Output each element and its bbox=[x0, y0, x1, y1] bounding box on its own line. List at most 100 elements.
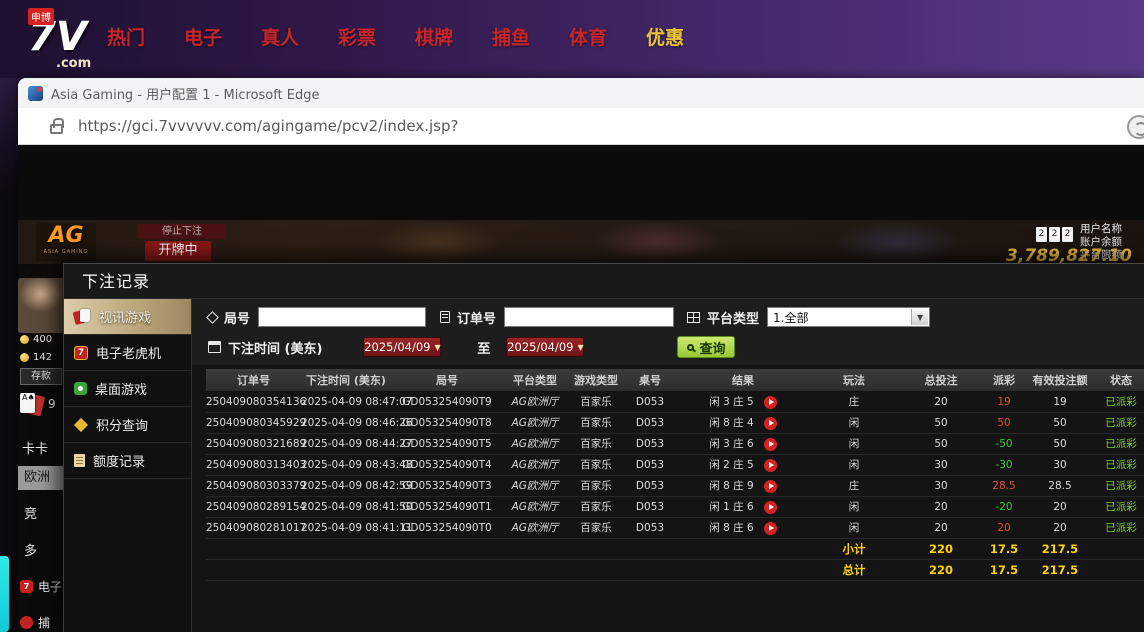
replay-icon[interactable] bbox=[764, 522, 777, 535]
cell-bet: 20 bbox=[897, 391, 985, 412]
stat-row: 142 bbox=[20, 352, 52, 363]
cell-result: 闲 3 庄 6 bbox=[675, 433, 811, 454]
page-content: AG ASIA GAMING 停止下注 开牌中 2 2 2 用户名称 账户余额 … bbox=[18, 145, 1144, 632]
dealing-status: 开牌中 bbox=[145, 241, 211, 261]
cell-status: 已派彩 bbox=[1097, 391, 1144, 412]
cell-status: 已派彩 bbox=[1097, 517, 1144, 538]
cell-valid: 30 bbox=[1023, 454, 1097, 475]
sidebar-item-jing[interactable]: 竞 bbox=[24, 503, 37, 522]
cell-result: 闲 3 庄 5 bbox=[675, 391, 811, 412]
nav-item-5[interactable]: 棋牌 bbox=[414, 23, 454, 50]
cell-game: 百家乐 bbox=[567, 433, 625, 454]
cell-time: 2025-04-09 08:44:27 bbox=[301, 433, 391, 454]
result-cards: 2 2 2 bbox=[1036, 227, 1073, 242]
cell-platform: AG欧洲厅 bbox=[503, 454, 567, 475]
sidebar-item-fishing[interactable]: 捕 bbox=[20, 614, 50, 631]
url-field[interactable]: https://gci.7vvvvvv.com/agingame/pcv2/in… bbox=[78, 117, 458, 135]
cell-payout: -50 bbox=[985, 433, 1023, 454]
deposit-button[interactable]: 存款 bbox=[20, 368, 62, 385]
cell-payout: 20 bbox=[985, 517, 1023, 538]
cell-order: 250409080289154 bbox=[206, 496, 301, 517]
replay-icon[interactable] bbox=[764, 501, 777, 514]
sidebar-item-duo[interactable]: 多 bbox=[24, 540, 37, 559]
cell-time: 2025-04-09 08:46:26 bbox=[301, 412, 391, 433]
refresh-icon[interactable] bbox=[1127, 115, 1144, 139]
slot-icon: 7 bbox=[20, 580, 33, 593]
bet-records-table: 订单号下注时间 (美东)局号平台类型游戏类型桌号结果玩法总投注派彩有效投注额状态… bbox=[206, 369, 1144, 581]
cell-game: 百家乐 bbox=[567, 475, 625, 496]
sidebar-item-kaka[interactable]: 卡卡 bbox=[22, 438, 48, 457]
tab-1[interactable]: 视讯游戏 bbox=[64, 299, 191, 335]
cell-table_no: D053 bbox=[625, 433, 675, 454]
cyan-side-widget[interactable] bbox=[0, 556, 9, 632]
cell-result: 闲 8 庄 9 bbox=[675, 475, 811, 496]
tab-2[interactable]: 7电子老虎机 bbox=[64, 335, 191, 371]
sidebar-item-slots[interactable]: 7 电子 bbox=[20, 578, 62, 595]
table-row: 2504090803216892025-04-09 08:44:27GD0532… bbox=[206, 433, 1144, 454]
column-header: 下注时间 (美东) bbox=[301, 369, 391, 391]
cell-time: 2025-04-09 08:41:50 bbox=[301, 496, 391, 517]
modal-tabs: 视讯游戏7电子老虎机桌面游戏积分查询额度记录 bbox=[64, 299, 192, 632]
cell-valid: 19 bbox=[1023, 391, 1097, 412]
site-logo[interactable]: 7V 申博 .com bbox=[26, 4, 104, 72]
replay-icon[interactable] bbox=[764, 438, 777, 451]
nav-item-8[interactable]: 优惠 bbox=[645, 23, 685, 50]
coin-icon bbox=[20, 335, 29, 344]
nav-item-7[interactable]: 体育 bbox=[568, 23, 608, 50]
tab-4[interactable]: 积分查询 bbox=[64, 407, 191, 443]
cell-game: 百家乐 bbox=[567, 517, 625, 538]
nav-item-3[interactable]: 真人 bbox=[260, 23, 300, 50]
tab-3[interactable]: 桌面游戏 bbox=[64, 371, 191, 407]
nav-item-4[interactable]: 彩票 bbox=[337, 23, 377, 50]
card: 2 bbox=[1036, 227, 1047, 242]
platform-select[interactable]: 1.全部 ▼ bbox=[767, 307, 930, 327]
cell-bet: 20 bbox=[897, 496, 985, 517]
bet-time-label: 下注时间 (美东) bbox=[228, 338, 322, 357]
column-header: 桌号 bbox=[625, 369, 675, 391]
table-row: 2504090802891542025-04-09 08:41:50GD0532… bbox=[206, 496, 1144, 517]
replay-icon[interactable] bbox=[764, 459, 777, 472]
dice-icon bbox=[74, 382, 87, 395]
round-input[interactable] bbox=[258, 307, 426, 327]
calendar-icon bbox=[208, 341, 221, 353]
modal-title: 下注记录 bbox=[64, 264, 1144, 299]
order-input[interactable] bbox=[504, 307, 674, 327]
nav-item-2[interactable]: 电子 bbox=[183, 23, 223, 50]
column-header: 玩法 bbox=[811, 369, 897, 391]
screen: 7V 申博 .com 热门 电子 真人 彩票 棋牌 捕鱼 体育 优惠 Asia Gaming … bbox=[0, 0, 1144, 632]
cell-status: 已派彩 bbox=[1097, 475, 1144, 496]
cell-round: GD053254090T5 bbox=[391, 433, 503, 454]
nav-item-1[interactable]: 热门 bbox=[106, 23, 146, 50]
avatar bbox=[18, 278, 64, 333]
site-security-icon[interactable] bbox=[50, 124, 63, 134]
cell-payout: 50 bbox=[985, 412, 1023, 433]
cell-platform: AG欧洲厅 bbox=[503, 391, 567, 412]
cell-table_no: D053 bbox=[625, 412, 675, 433]
cell-platform: AG欧洲厅 bbox=[503, 496, 567, 517]
column-header: 局号 bbox=[391, 369, 503, 391]
cell-valid: 20 bbox=[1023, 496, 1097, 517]
cell-bet: 50 bbox=[897, 412, 985, 433]
replay-icon[interactable] bbox=[764, 480, 777, 493]
nav-item-6[interactable]: 捕鱼 bbox=[491, 23, 531, 50]
cell-platform: AG欧洲厅 bbox=[503, 475, 567, 496]
search-button[interactable]: 查询 bbox=[677, 336, 735, 358]
site-favicon-icon bbox=[28, 86, 43, 101]
replay-icon[interactable] bbox=[764, 396, 777, 409]
cell-play: 闲 bbox=[811, 412, 897, 433]
cell-payout: 28.5 bbox=[985, 475, 1023, 496]
table-row: 2504090803134032025-04-09 08:43:48GD0532… bbox=[206, 454, 1144, 475]
table-area: 订单号下注时间 (美东)局号平台类型游戏类型桌号结果玩法总投注派彩有效投注额状态… bbox=[192, 365, 1144, 632]
column-header: 订单号 bbox=[206, 369, 301, 391]
replay-icon[interactable] bbox=[764, 417, 777, 430]
window-titlebar[interactable]: Asia Gaming - 用户配置 1 - Microsoft Edge bbox=[18, 78, 1144, 108]
date-to-picker[interactable]: 2025/04/09 ▼ bbox=[506, 337, 584, 357]
date-from-picker[interactable]: 2025/04/09 ▼ bbox=[363, 337, 441, 357]
document-icon bbox=[440, 311, 450, 323]
table-row: 2504090803541362025-04-09 08:47:07GD0532… bbox=[206, 391, 1144, 412]
cell-round: GD053254090T3 bbox=[391, 475, 503, 496]
tab-5[interactable]: 额度记录 bbox=[64, 443, 191, 479]
edge-browser-window: Asia Gaming - 用户配置 1 - Microsoft Edge ht… bbox=[18, 78, 1144, 632]
video-cards-icon bbox=[74, 309, 91, 324]
cell-result: 闲 1 庄 6 bbox=[675, 496, 811, 517]
